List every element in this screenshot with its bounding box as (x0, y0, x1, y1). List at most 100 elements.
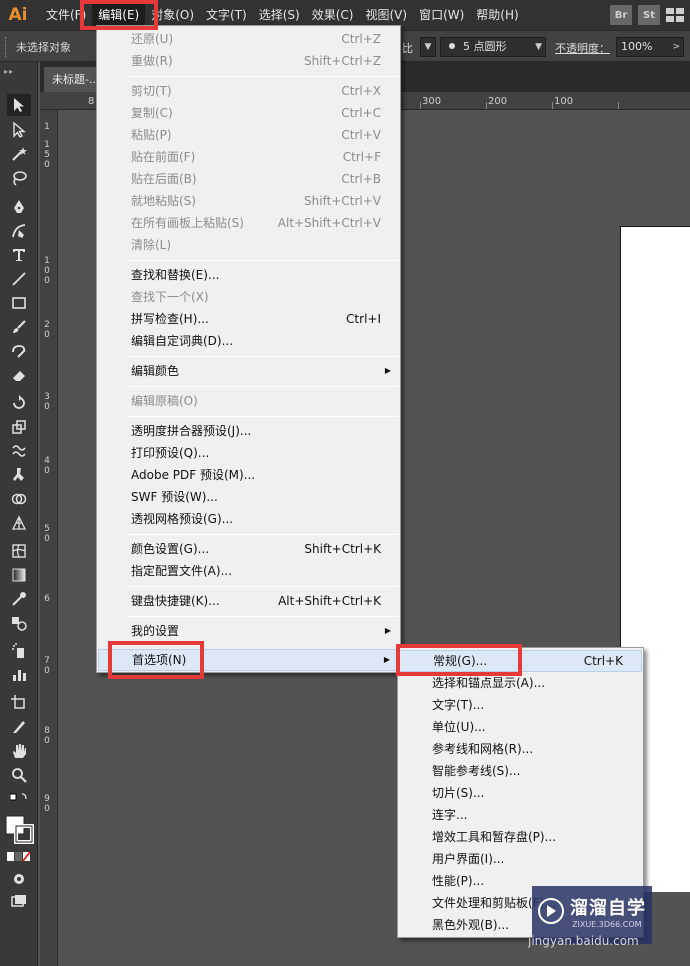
lasso-tool-icon[interactable] (7, 167, 31, 189)
menu-item-guides-grid[interactable]: 参考线和网格(R)... (399, 738, 642, 760)
shape-builder-tool-icon[interactable] (7, 488, 31, 510)
brush-definition-select[interactable]: 5 点圆形 ▼ (440, 37, 546, 57)
app-switcher: Br St (610, 0, 690, 30)
chevron-down-icon: ▼ (535, 42, 542, 52)
rotate-tool-icon[interactable] (7, 392, 31, 414)
submenu-arrow-icon: ▶ (383, 655, 390, 664)
eyedropper-tool-icon[interactable] (7, 588, 31, 610)
ruler-label: 6 (44, 594, 50, 604)
menu-item-keyboard-shortcuts[interactable]: 键盘快捷键(K)... Alt+Shift+Ctrl+K (98, 590, 399, 612)
scale-tool-icon[interactable] (7, 416, 31, 438)
ruler-label: 8 (88, 96, 95, 107)
menu-item-color-settings[interactable]: 颜色设置(G)... Shift+Ctrl+K (98, 538, 399, 560)
workspace-switcher-icon[interactable] (666, 8, 684, 22)
menu-item-swf-presets[interactable]: SWF 预设(W)... (98, 486, 399, 508)
menu-item-find-replace[interactable]: 查找和替换(E)... (98, 264, 399, 286)
menu-item-check-spelling[interactable]: 拼写检查(H)... Ctrl+I (98, 308, 399, 330)
toolbar-collapse-icon[interactable]: ▸▸ (4, 67, 14, 76)
eraser-tool-icon[interactable] (7, 364, 31, 386)
menu-item-assign-profile[interactable]: 指定配置文件(A)... (98, 560, 399, 582)
panel-grip[interactable] (5, 37, 8, 57)
rectangle-tool-icon[interactable] (7, 292, 31, 314)
stock-button[interactable]: St (638, 5, 660, 25)
bridge-button[interactable]: Br (610, 5, 632, 25)
tools-panel: ▸▸ (0, 62, 38, 966)
puppet-warp-tool-icon[interactable] (7, 464, 31, 486)
menu-item-units[interactable]: 单位(U)... (399, 716, 642, 738)
type-tool-icon[interactable] (7, 244, 31, 266)
selection-tool-icon[interactable] (7, 94, 31, 116)
vertical-ruler[interactable]: 1 1 5 0 1 0 0 2 0 3 0 4 0 5 0 6 7 0 8 0 … (40, 110, 58, 966)
menu-item-flattener-presets[interactable]: 透明度拼合器预设(J)... (98, 420, 399, 442)
shaper-tool-icon[interactable] (7, 340, 31, 362)
paintbrush-tool-icon[interactable] (7, 316, 31, 338)
artboard-tool-icon[interactable] (7, 692, 31, 714)
menu-item-slices[interactable]: 切片(S)... (399, 782, 642, 804)
menu-item-type[interactable]: 文字(T)... (399, 694, 642, 716)
brush-size: 5 (463, 40, 470, 53)
brush-name: 点圆形 (473, 40, 507, 53)
watermark-subtitle: ZIXUE.3D66.COM (572, 920, 642, 929)
menu-item-paste-in-back[interactable]: 贴在后面(B) Ctrl+B (98, 168, 399, 190)
direct-selection-tool-icon[interactable] (7, 119, 31, 141)
mesh-tool-icon[interactable] (7, 540, 31, 562)
menu-item-copy[interactable]: 复制(C) Ctrl+C (98, 102, 399, 124)
screen-mode-icon[interactable] (7, 890, 31, 912)
menu-item-pdf-presets[interactable]: Adobe PDF 预设(M)... (98, 464, 399, 486)
selection-status: 未选择对象 (16, 41, 71, 54)
menu-help[interactable]: 帮助(H) (470, 0, 524, 30)
curvature-tool-icon[interactable] (7, 220, 31, 242)
menu-item-cut[interactable]: 剪切(T) Ctrl+X (98, 80, 399, 102)
menu-item-plugins-scratch-disks[interactable]: 增效工具和暂存盘(P)... (399, 826, 642, 848)
menu-item-paste-on-all-artboards[interactable]: 在所有画板上粘贴(S) Alt+Shift+Ctrl+V (98, 212, 399, 234)
perspective-grid-tool-icon[interactable] (7, 512, 31, 534)
menu-item-clear[interactable]: 清除(L) (98, 234, 399, 256)
ruler-label: 200 (488, 96, 508, 107)
color-mode-icon[interactable] (7, 850, 31, 864)
column-graph-tool-icon[interactable] (7, 664, 31, 686)
hand-tool-icon[interactable] (7, 740, 31, 762)
ruler-label: 5 0 (44, 524, 50, 544)
opacity-label[interactable]: 不透明度： (555, 40, 610, 56)
zoom-tool-icon[interactable] (7, 764, 31, 786)
menu-item-smart-guides[interactable]: 智能参考线(S)... (399, 760, 642, 782)
menu-item-edit-custom-dictionary[interactable]: 编辑自定词典(D)... (98, 330, 399, 352)
fill-stroke-swatch-icon[interactable] (4, 812, 34, 846)
pen-tool-icon[interactable] (7, 196, 31, 218)
menu-item-paste[interactable]: 粘贴(P) Ctrl+V (98, 124, 399, 146)
line-tool-icon[interactable] (7, 268, 31, 290)
menu-item-find-next[interactable]: 查找下一个(X) (98, 286, 399, 308)
symbol-sprayer-tool-icon[interactable] (7, 640, 31, 662)
blend-tool-icon[interactable] (7, 612, 31, 634)
menu-item-perspective-grid-presets[interactable]: 透视网格预设(G)... (98, 508, 399, 530)
menu-item-paste-in-place[interactable]: 就地粘贴(S) Shift+Ctrl+V (98, 190, 399, 212)
highlight-box-preferences (108, 641, 204, 679)
gradient-tool-icon[interactable] (7, 564, 31, 586)
ruler-label: 2 0 (44, 320, 50, 340)
menu-item-print-presets[interactable]: 打印预设(Q)... (98, 442, 399, 464)
ruler-label: 9 0 (44, 794, 50, 814)
slice-tool-icon[interactable] (7, 716, 31, 738)
menu-item-undo[interactable]: 还原(U) Ctrl+Z (98, 28, 399, 50)
menu-item-my-settings[interactable]: 我的设置 ▶ (98, 620, 399, 642)
menu-item-redo[interactable]: 重做(R) Shift+Ctrl+Z (98, 50, 399, 72)
highlight-box-general (396, 644, 522, 676)
menu-window[interactable]: 窗口(W) (413, 0, 470, 30)
draw-mode-icon[interactable] (7, 868, 31, 890)
warp-tool-icon[interactable] (7, 440, 31, 462)
highlight-box-edit-menu (80, 0, 158, 30)
menu-item-paste-in-front[interactable]: 贴在前面(F) Ctrl+F (98, 146, 399, 168)
opacity-input[interactable]: 100% > (616, 37, 684, 57)
submenu-arrow-icon: ▶ (384, 626, 391, 635)
magic-wand-tool-icon[interactable] (7, 143, 31, 165)
ruler-label: 100 (554, 96, 574, 107)
menu-item-edit-colors[interactable]: 编辑颜色 ▶ (98, 360, 399, 382)
ruler-label: 1 5 0 (44, 140, 50, 170)
menu-item-edit-original[interactable]: 编辑原稿(O) (98, 390, 399, 412)
watermark-title: 溜溜自学 (570, 898, 646, 919)
menu-item-hyphenation[interactable]: 连字... (399, 804, 642, 826)
ratio-dropdown-icon[interactable]: ▼ (420, 37, 436, 57)
default-fill-stroke-icon[interactable] (7, 792, 31, 806)
menu-item-user-interface[interactable]: 用户界面(I)... (399, 848, 642, 870)
app-logo: Ai (8, 5, 28, 25)
